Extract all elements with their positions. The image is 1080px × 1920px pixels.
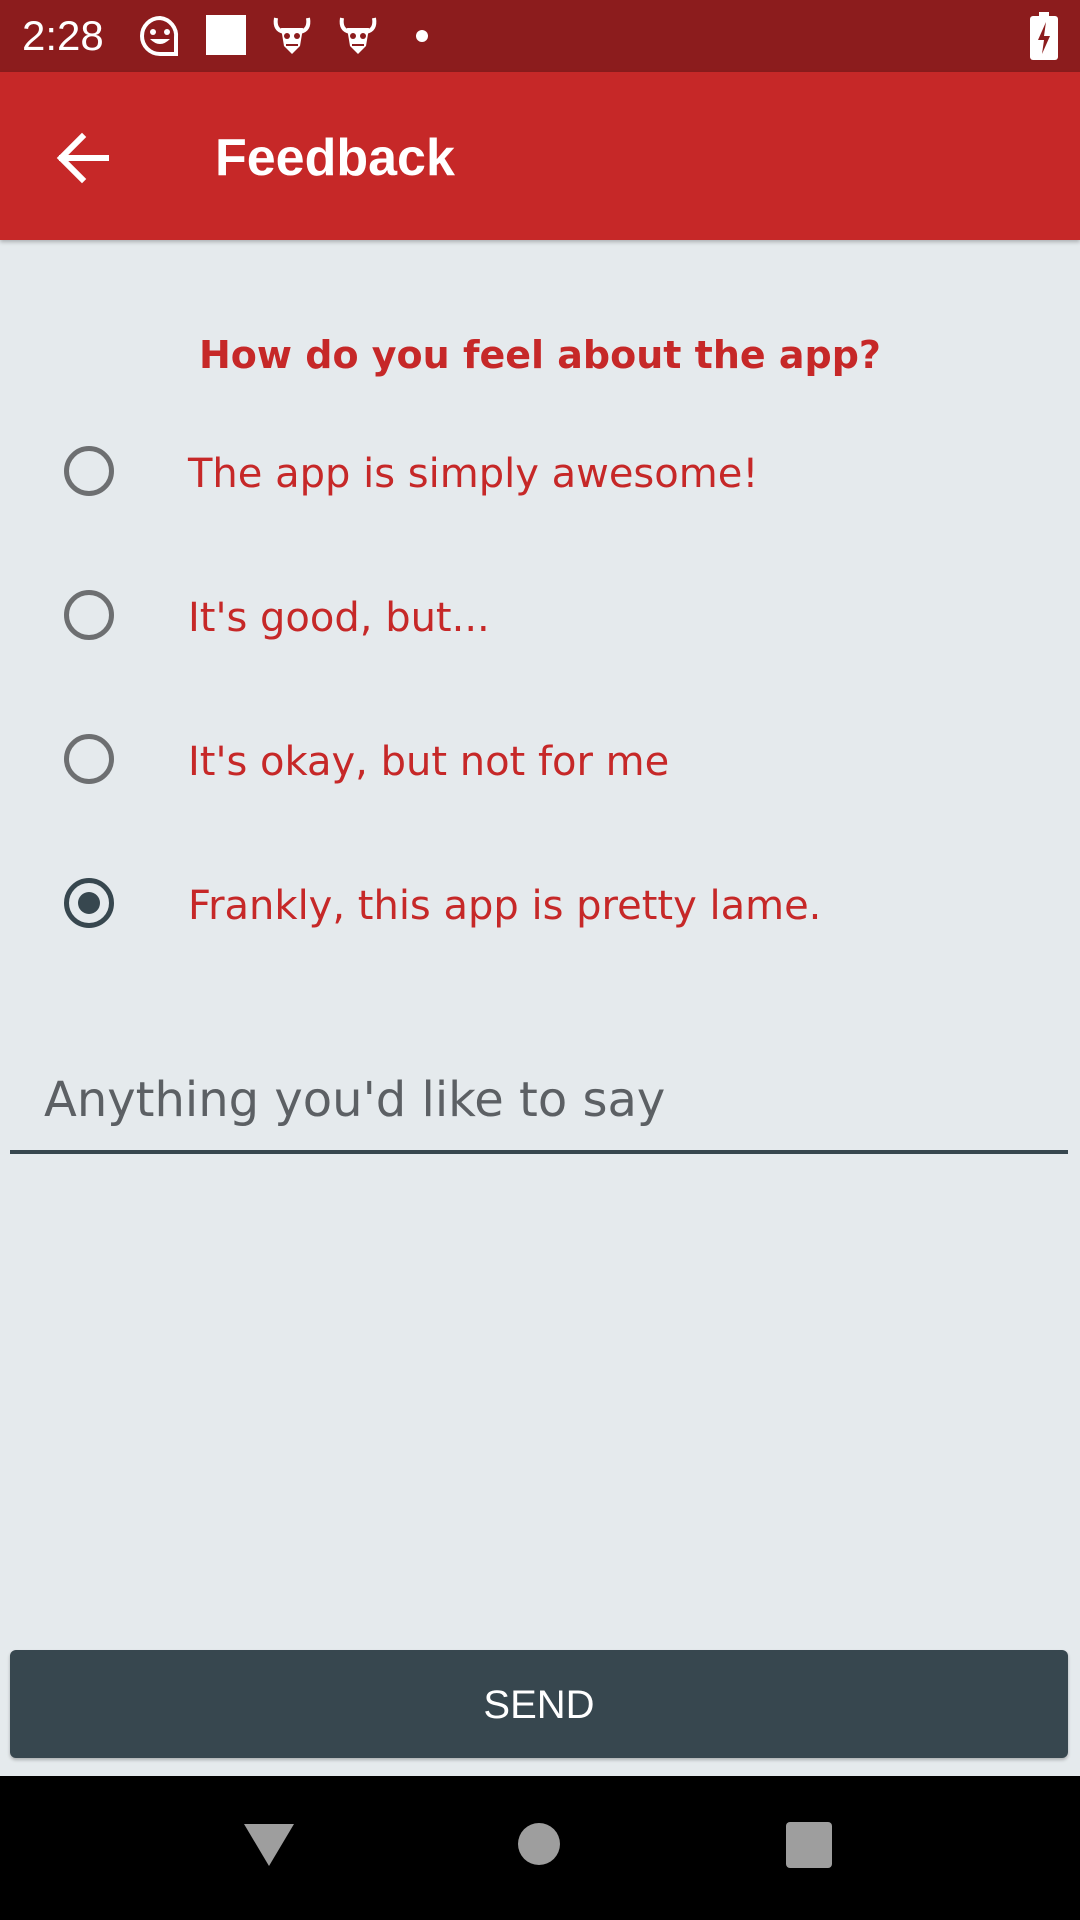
demon-icon — [270, 14, 314, 62]
dot-icon — [414, 28, 430, 48]
page-title: Feedback — [215, 129, 455, 187]
option-label: It's okay, but not for me — [188, 739, 670, 785]
square-notification-icon — [205, 14, 247, 60]
radio-selected-dot — [78, 892, 100, 914]
radio-button[interactable] — [64, 446, 114, 496]
send-button[interactable]: SEND — [10, 1650, 1068, 1758]
app-bar: Feedback — [0, 72, 1080, 240]
battery-charging-icon — [1030, 12, 1058, 64]
option-label: The app is simply awesome! — [188, 451, 759, 497]
home-circle-icon[interactable] — [517, 1822, 561, 1870]
navigation-bar — [0, 1776, 1080, 1920]
status-time: 2:28 — [22, 12, 104, 59]
comment-field — [10, 1050, 1068, 1154]
back-triangle-icon[interactable] — [242, 1822, 296, 1872]
comment-input[interactable] — [42, 1064, 1046, 1136]
option-okay-not-for-me[interactable]: It's okay, but not for me — [0, 703, 1080, 823]
option-awesome[interactable]: The app is simply awesome! — [0, 415, 1080, 535]
status-bar: 2:28 — [0, 0, 1080, 72]
option-good-but[interactable]: It's good, but... — [0, 559, 1080, 679]
option-label: Frankly, this app is pretty lame. — [188, 883, 822, 929]
radio-button-selected[interactable] — [64, 878, 114, 928]
option-pretty-lame[interactable]: Frankly, this app is pretty lame. — [0, 847, 1080, 967]
back-button[interactable] — [44, 122, 124, 192]
option-label: It's good, but... — [188, 595, 490, 641]
emoji-icon — [138, 14, 182, 62]
feedback-question: How do you feel about the app? — [199, 333, 881, 377]
radio-button[interactable] — [64, 734, 114, 784]
radio-button[interactable] — [64, 590, 114, 640]
recents-square-icon[interactable] — [786, 1822, 832, 1872]
demon-icon — [336, 14, 380, 62]
arrow-back-icon — [54, 132, 110, 188]
